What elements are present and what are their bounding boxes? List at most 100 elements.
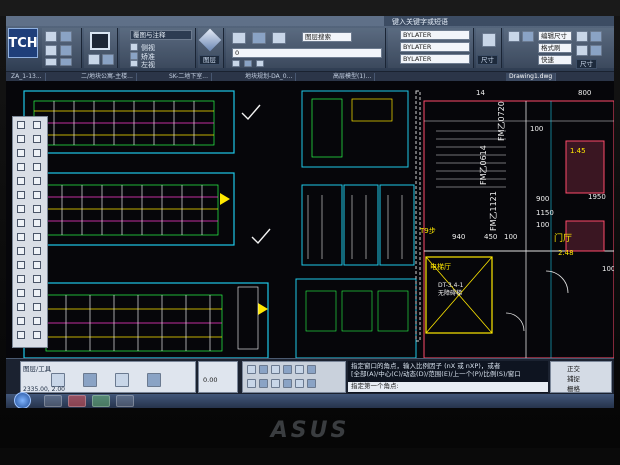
open-icon[interactable] (60, 31, 72, 42)
hatch-tool-icon[interactable] (33, 149, 41, 157)
layer-freeze-icon[interactable] (244, 60, 252, 67)
doc-tab-active[interactable]: Drawing1.dwg (506, 73, 557, 81)
tab-size[interactable]: 尺寸 (576, 59, 597, 69)
layer-match-icon[interactable] (272, 32, 286, 44)
left-view-icon[interactable] (130, 60, 138, 67)
move-tool-icon[interactable] (17, 163, 25, 171)
lineweight-combo[interactable]: BYLATER (400, 54, 470, 64)
snap-icon[interactable] (259, 365, 268, 374)
tool-1-icon[interactable] (508, 31, 520, 42)
rect-tool-icon[interactable] (17, 149, 25, 157)
layer-on-icon[interactable] (232, 60, 240, 67)
snap-icon[interactable] (295, 379, 304, 388)
taskbar-autocad-icon[interactable] (68, 395, 86, 407)
view-combo[interactable]: 覆图与注释 (130, 30, 192, 40)
taskbar-app-icon[interactable] (116, 395, 134, 407)
dim-tool-icon[interactable] (33, 233, 41, 241)
offset-tool-icon[interactable] (17, 191, 25, 199)
ortho-toggle[interactable]: 正交 (567, 363, 580, 373)
snap-icon[interactable] (271, 365, 280, 374)
snap-toggle[interactable]: 捕捉 (567, 373, 580, 383)
panel-tool-4-icon[interactable] (147, 373, 161, 387)
zoom-tool-icon[interactable] (17, 303, 25, 311)
color-combo[interactable]: BYLATER (400, 30, 470, 40)
panel-tool-3-icon[interactable] (115, 373, 129, 387)
panel-tab-label[interactable]: 图层/工具 (23, 363, 51, 373)
doc-tab[interactable]: 地块规划-DA_0... (242, 73, 297, 81)
snap-icon[interactable] (247, 365, 256, 374)
tool-4-icon[interactable] (590, 31, 602, 42)
save-icon[interactable] (45, 45, 57, 56)
join-tool-icon[interactable] (33, 275, 41, 283)
layer-lock-icon[interactable] (256, 60, 264, 67)
fillet-tool-icon[interactable] (33, 205, 41, 213)
start-button-icon[interactable] (14, 392, 31, 408)
snap-icon[interactable] (247, 379, 256, 388)
left-view-label[interactable]: 左视 (141, 60, 155, 70)
copy-tool-icon[interactable] (33, 163, 41, 171)
stretch-tool-icon[interactable] (33, 261, 41, 269)
print-icon[interactable] (60, 45, 72, 56)
layer-search-box[interactable]: 图层搜索 (302, 32, 352, 42)
doc-tab[interactable]: 高层模型(1)... (330, 73, 376, 81)
format-paint-button[interactable]: 格式刷 (538, 43, 572, 53)
doc-tab[interactable]: ZA_1-13... (8, 73, 46, 81)
layer-state-icon[interactable] (252, 32, 266, 44)
taskbar-explorer-icon[interactable] (44, 395, 62, 407)
command-input[interactable]: 指定第一个角点: (348, 382, 548, 392)
array-tool-icon[interactable] (17, 219, 25, 227)
snap-icon[interactable] (295, 365, 304, 374)
mirror-tool-icon[interactable] (33, 177, 41, 185)
snap-icon[interactable] (307, 365, 316, 374)
plot-tool-icon[interactable] (33, 331, 41, 339)
drawing-canvas[interactable]: 14 800 100 1.45 T9步 电梯厅 门厅 940 450 100 2… (6, 81, 614, 358)
snap-icon[interactable] (283, 379, 292, 388)
redo-icon[interactable] (60, 58, 72, 66)
doc-tab[interactable]: SK-二地下室... (166, 73, 213, 81)
taskbar-app-icon[interactable] (92, 395, 110, 407)
value-field[interactable]: 0.00 (203, 376, 217, 384)
linetype-combo[interactable]: BYLATER (400, 42, 470, 52)
align-view-icon[interactable] (130, 52, 138, 60)
tab-layer[interactable]: 图层 (199, 55, 220, 65)
break-tool-icon[interactable] (17, 275, 25, 283)
tool-6-icon[interactable] (590, 45, 602, 56)
view-right-icon[interactable] (102, 54, 114, 65)
tool-3-icon[interactable] (576, 31, 588, 42)
grid-toggle[interactable]: 栅格 (567, 383, 580, 393)
snap-icon[interactable] (259, 379, 268, 388)
panel-tool-1-icon[interactable] (51, 373, 65, 387)
tool-5-icon[interactable] (576, 45, 588, 56)
app-logo-icon[interactable]: TCH (8, 28, 38, 58)
trim-tool-icon[interactable] (33, 191, 41, 199)
edit-dim-button[interactable]: 编辑尺寸 (538, 31, 572, 41)
line-tool-icon[interactable] (17, 121, 25, 129)
new-icon[interactable] (45, 31, 57, 42)
circle-tool-icon[interactable] (17, 135, 25, 143)
ucs-tool-icon[interactable] (17, 331, 25, 339)
arc-tool-icon[interactable] (33, 135, 41, 143)
layer-tool-icon[interactable] (17, 317, 25, 325)
pan-tool-icon[interactable] (33, 303, 41, 311)
snap-icon[interactable] (307, 379, 316, 388)
properties-tool-icon[interactable] (33, 317, 41, 325)
tool-2-icon[interactable] (522, 31, 534, 42)
snap-icon[interactable] (283, 365, 292, 374)
view-left-icon[interactable] (88, 54, 100, 65)
text-tool-icon[interactable] (17, 233, 25, 241)
viewport-icon[interactable] (90, 32, 110, 50)
extend-tool-icon[interactable] (17, 205, 25, 213)
quick-button[interactable]: 快速 (538, 55, 572, 65)
polyline-tool-icon[interactable] (33, 121, 41, 129)
measure-tool-icon[interactable] (17, 289, 25, 297)
layer-stack-icon[interactable] (198, 28, 222, 52)
explode-tool-icon[interactable] (17, 261, 25, 269)
erase-tool-icon[interactable] (33, 247, 41, 255)
rotate-tool-icon[interactable] (17, 177, 25, 185)
side-view-icon[interactable] (130, 43, 138, 51)
snap-icon[interactable] (271, 379, 280, 388)
dimension-icon[interactable] (482, 33, 496, 47)
match-tool-icon[interactable] (33, 289, 41, 297)
layer-name-combo[interactable]: 0 (232, 48, 382, 58)
tab-dimension[interactable]: 尺寸 (477, 55, 498, 65)
